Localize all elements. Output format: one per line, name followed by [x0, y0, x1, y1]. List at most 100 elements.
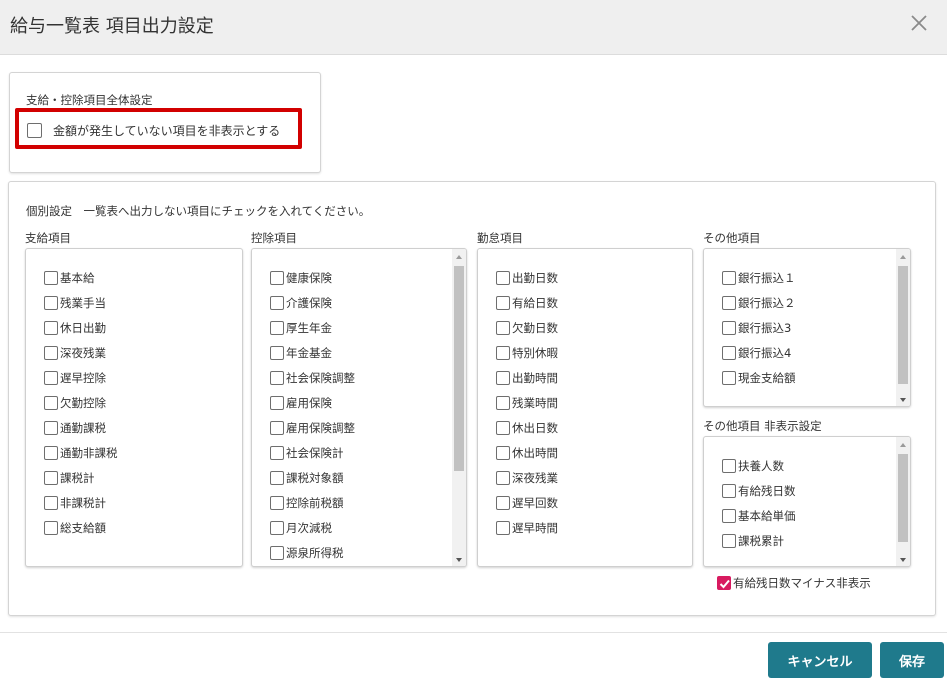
- item-checkbox[interactable]: [722, 320, 736, 335]
- close-icon[interactable]: [907, 11, 931, 35]
- list-item[interactable]: 出勤時間: [496, 365, 558, 390]
- hide-zero-checkbox[interactable]: [27, 123, 42, 138]
- item-checkbox[interactable]: [270, 445, 284, 460]
- list-item[interactable]: 通勤非課税: [44, 440, 118, 465]
- cancel-button[interactable]: キャンセル: [768, 642, 872, 678]
- scroll-down-arrow-icon[interactable]: [896, 392, 910, 406]
- other-scroll-thumb[interactable]: [898, 266, 908, 384]
- item-checkbox[interactable]: [44, 420, 58, 435]
- list-item[interactable]: 基本給単価: [722, 503, 796, 528]
- item-checkbox[interactable]: [44, 370, 58, 385]
- list-item[interactable]: 深夜残業: [44, 340, 118, 365]
- attendance-list-box[interactable]: 出勤日数 有給日数 欠勤日数 特別休暇 出勤時間 残業時間 休出日数 休出時間 深夜残業 遅早回数…: [477, 248, 693, 567]
- list-item[interactable]: 雇用保険: [270, 390, 355, 415]
- list-item[interactable]: 総支給額: [44, 515, 118, 540]
- item-checkbox[interactable]: [270, 420, 284, 435]
- list-item[interactable]: 銀行振込１: [722, 265, 796, 290]
- item-checkbox[interactable]: [496, 470, 510, 485]
- item-checkbox[interactable]: [270, 320, 284, 335]
- list-item[interactable]: 遅早時間: [496, 515, 558, 540]
- deduction-scroll-thumb[interactable]: [454, 266, 464, 471]
- item-checkbox[interactable]: [44, 270, 58, 285]
- list-item[interactable]: 年金基金: [270, 340, 355, 365]
- scroll-down-arrow-icon[interactable]: [452, 552, 466, 566]
- item-checkbox[interactable]: [496, 520, 510, 535]
- list-item[interactable]: 有給日数: [496, 290, 558, 315]
- item-checkbox[interactable]: [44, 320, 58, 335]
- list-item[interactable]: 銀行振込２: [722, 290, 796, 315]
- list-item[interactable]: 休出日数: [496, 415, 558, 440]
- item-checkbox[interactable]: [496, 345, 510, 360]
- item-checkbox[interactable]: [44, 470, 58, 485]
- list-item[interactable]: 特別休暇: [496, 340, 558, 365]
- list-item[interactable]: 扶養人数: [722, 453, 796, 478]
- item-checkbox[interactable]: [270, 345, 284, 360]
- list-item[interactable]: 現金支給額: [722, 365, 796, 390]
- item-checkbox[interactable]: [722, 295, 736, 310]
- item-checkbox[interactable]: [270, 520, 284, 535]
- list-item[interactable]: 遅早回数: [496, 490, 558, 515]
- other-hidden-scrollbar[interactable]: [896, 437, 910, 566]
- item-checkbox[interactable]: [722, 533, 736, 548]
- list-item[interactable]: 基本給: [44, 265, 118, 290]
- item-checkbox[interactable]: [270, 545, 284, 560]
- list-item[interactable]: 休出時間: [496, 440, 558, 465]
- scroll-up-arrow-icon[interactable]: [896, 437, 910, 451]
- item-checkbox[interactable]: [44, 445, 58, 460]
- list-item[interactable]: 社会保険調整: [270, 365, 355, 390]
- payment-list-box[interactable]: 基本給 残業手当 休日出勤 深夜残業 遅早控除 欠勤控除 通勤課税 通勤非課税 課税計 非課税計総…: [25, 248, 243, 567]
- item-checkbox[interactable]: [496, 495, 510, 510]
- other-hidden-scroll-thumb[interactable]: [898, 454, 908, 542]
- scroll-down-arrow-icon[interactable]: [896, 552, 910, 566]
- item-checkbox[interactable]: [44, 520, 58, 535]
- list-item[interactable]: 通勤課税: [44, 415, 118, 440]
- item-checkbox[interactable]: [270, 470, 284, 485]
- list-item[interactable]: 欠勤控除: [44, 390, 118, 415]
- item-checkbox[interactable]: [44, 395, 58, 410]
- item-checkbox[interactable]: [722, 508, 736, 523]
- list-item[interactable]: 介護保険: [270, 290, 355, 315]
- list-item[interactable]: 有給残日数: [722, 478, 796, 503]
- item-checkbox[interactable]: [722, 458, 736, 473]
- other-hidden-list-box[interactable]: 扶養人数 有給残日数 基本給単価 課税累計: [703, 436, 911, 567]
- item-checkbox[interactable]: [496, 370, 510, 385]
- other-list-box[interactable]: 銀行振込１ 銀行振込２ 銀行振込3 銀行振込4 現金支給額: [703, 248, 911, 407]
- item-checkbox[interactable]: [496, 270, 510, 285]
- item-checkbox[interactable]: [44, 345, 58, 360]
- list-item[interactable]: 厚生年金: [270, 315, 355, 340]
- item-checkbox[interactable]: [44, 495, 58, 510]
- deduction-list-box[interactable]: 健康保険 介護保険 厚生年金 年金基金 社会保険調整 雇用保険 雇用保険調整 社会保険計 課税対…: [251, 248, 467, 567]
- list-item[interactable]: 月次減税: [270, 515, 355, 540]
- list-item[interactable]: 残業手当: [44, 290, 118, 315]
- save-button[interactable]: 保存: [880, 642, 944, 678]
- item-checkbox[interactable]: [722, 270, 736, 285]
- list-item[interactable]: 課税計: [44, 465, 118, 490]
- list-item[interactable]: 健康保険: [270, 265, 355, 290]
- list-item[interactable]: 社会保険計: [270, 440, 355, 465]
- list-item[interactable]: 出勤日数: [496, 265, 558, 290]
- other-scrollbar[interactable]: [896, 249, 910, 406]
- item-checkbox[interactable]: [722, 370, 736, 385]
- list-item[interactable]: 課税累計: [722, 528, 796, 553]
- list-item[interactable]: 雇用保険調整: [270, 415, 355, 440]
- item-checkbox[interactable]: [270, 295, 284, 310]
- item-checkbox[interactable]: [722, 483, 736, 498]
- list-item[interactable]: 非課税計: [44, 490, 118, 515]
- item-checkbox[interactable]: [496, 295, 510, 310]
- list-item[interactable]: 銀行振込4: [722, 340, 796, 365]
- item-checkbox[interactable]: [496, 420, 510, 435]
- item-checkbox[interactable]: [270, 395, 284, 410]
- item-checkbox[interactable]: [44, 295, 58, 310]
- list-item[interactable]: 休日出勤: [44, 315, 118, 340]
- item-checkbox[interactable]: [496, 395, 510, 410]
- item-checkbox[interactable]: [270, 270, 284, 285]
- list-item[interactable]: 残業時間: [496, 390, 558, 415]
- hide-zero-option[interactable]: 金額が発生していない項目を非表示とする: [27, 122, 280, 139]
- scroll-up-arrow-icon[interactable]: [896, 249, 910, 263]
- deduction-scrollbar[interactable]: [452, 249, 466, 566]
- scroll-up-arrow-icon[interactable]: [452, 249, 466, 263]
- hide-negative-leave-option[interactable]: 有給残日数マイナス非表示: [717, 575, 871, 591]
- list-item[interactable]: 控除前税額: [270, 490, 355, 515]
- item-checkbox[interactable]: [496, 445, 510, 460]
- list-item[interactable]: 深夜残業: [496, 465, 558, 490]
